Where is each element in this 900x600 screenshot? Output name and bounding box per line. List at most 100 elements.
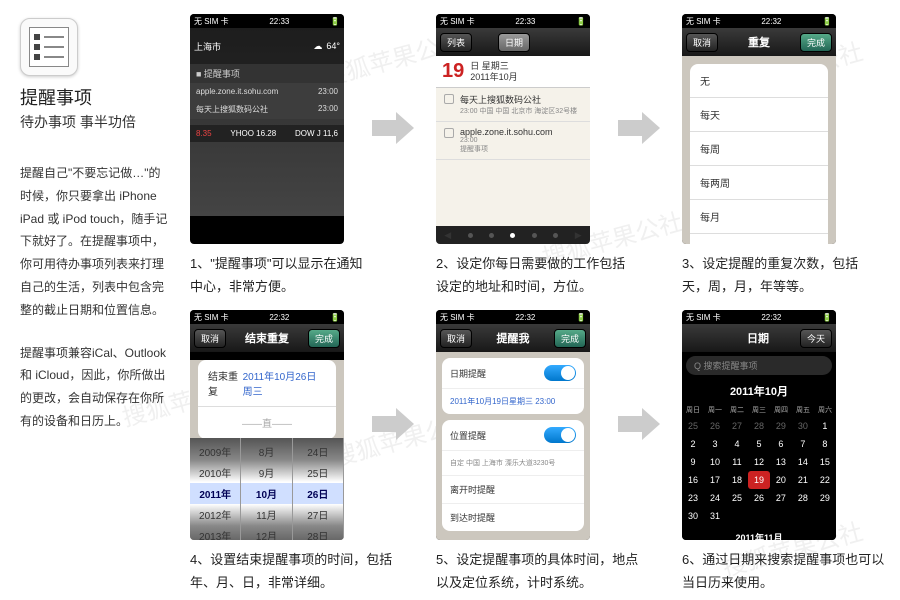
calendar-day[interactable]: 10 <box>704 453 726 471</box>
done-button[interactable]: 完成 <box>800 33 832 52</box>
checkbox[interactable] <box>444 128 454 138</box>
notification-item[interactable]: apple.zone.it.sohu.com23:00 <box>190 83 344 100</box>
date-value-row[interactable]: 2011年10月19日星期三 23:00 <box>442 389 584 414</box>
calendar-day[interactable]: 14 <box>792 453 814 471</box>
calendar-day[interactable]: 19 <box>748 471 770 489</box>
app-subtitle: 待办事项 事半功倍 <box>20 112 170 132</box>
calendar-day[interactable]: 20 <box>770 471 792 489</box>
calendar-day[interactable]: 27 <box>770 489 792 507</box>
calendar-day[interactable]: 7 <box>792 435 814 453</box>
calendar-day[interactable]: 25 <box>726 489 748 507</box>
status-bar: 无 SIM 卡22:32🔋 <box>436 310 590 324</box>
on-leave-row[interactable]: 离开时提醒 <box>442 476 584 504</box>
calendar-day[interactable]: 23 <box>682 489 704 507</box>
calendar-day[interactable]: 3 <box>704 435 726 453</box>
calendar-day[interactable]: 22 <box>814 471 836 489</box>
calendar-day[interactable]: 12 <box>748 453 770 471</box>
left-column: 提醒事项 待办事项 事半功倍 提醒自己"不要忘记做…"的时候，你只要拿出 iPh… <box>20 18 170 433</box>
nav-bar: 列表 日期 <box>436 28 590 56</box>
repeat-option[interactable]: 每天 <box>690 98 828 132</box>
toggle-switch[interactable] <box>544 427 576 443</box>
caption-6: 6、通过日期来搜索提醒事项也可以当日历来使用。 <box>682 548 892 595</box>
calendar-day[interactable]: 16 <box>682 471 704 489</box>
calendar-day[interactable]: 18 <box>726 471 748 489</box>
repeat-option[interactable]: 每两周 <box>690 166 828 200</box>
calendar-day[interactable]: 17 <box>704 471 726 489</box>
calendar-day[interactable]: 21 <box>792 471 814 489</box>
date-picker-wheel[interactable]: 2009年2010年2011年2012年2013年 8月9月10月11月12月 … <box>190 438 344 540</box>
notification-item[interactable]: 每天上搜狐数码公社23:00 <box>190 100 344 119</box>
caption-1: 1、"提醒事项"可以显示在通知中心，非常方便。 <box>190 252 370 299</box>
month-label: 2011年10月 <box>682 379 836 403</box>
calendar-day[interactable]: 5 <box>748 435 770 453</box>
end-repeat-row[interactable]: 结束重复2011年10月26日 周三 <box>198 360 336 407</box>
cancel-button[interactable]: 取消 <box>686 33 718 52</box>
nav-bar: 取消重复完成 <box>682 28 836 56</box>
repeat-option[interactable]: 每周 <box>690 132 828 166</box>
paragraph-1: 提醒自己"不要忘记做…"的时候，你只要拿出 iPhone iPad 或 iPod… <box>20 162 170 322</box>
reminder-item[interactable]: apple.zone.it.sohu.com23:00提醒事项 <box>436 122 590 160</box>
status-bar: 无 SIM 卡22:33🔋 <box>436 14 590 28</box>
caption-4: 4、设置结束提醒事项的时间，包括年、月、日，非常详细。 <box>190 548 400 595</box>
nav-title: 结束重复 <box>245 330 289 346</box>
today-button[interactable]: 今天 <box>800 329 832 348</box>
nav-bar: 日期今天 <box>682 324 836 352</box>
calendar-day[interactable]: 30 <box>682 507 704 525</box>
calendar-day[interactable]: 28 <box>792 489 814 507</box>
stock-ticker[interactable]: 8.35YHOO 16.28DOW J 11,6 <box>190 125 344 142</box>
weather-icon: ☁ <box>313 41 322 52</box>
calendar-day[interactable]: 29 <box>814 489 836 507</box>
date-header: 19 日 星期三2011年10月 <box>436 56 590 88</box>
date-tab[interactable]: 日期 <box>498 33 530 52</box>
reminder-item[interactable]: 每天上搜狐数码公社23:00 中国 中国 北京市 海淀区32号楼 <box>436 88 590 122</box>
calendar-day[interactable]: 2 <box>682 435 704 453</box>
calendar-day[interactable]: 15 <box>814 453 836 471</box>
calendar-day[interactable]: 4 <box>726 435 748 453</box>
repeat-option[interactable]: 每年 <box>690 234 828 244</box>
calendar-day[interactable]: 13 <box>770 453 792 471</box>
toggle-switch[interactable] <box>544 365 576 381</box>
screenshot-6: 无 SIM 卡22:32🔋 日期今天 Q 搜索提醒事项 2011年10月 周日周… <box>682 310 836 540</box>
cancel-button[interactable]: 取消 <box>194 329 226 348</box>
temperature: 64° <box>326 41 340 51</box>
forever-row[interactable]: ——直—— <box>198 407 336 439</box>
calendar-day[interactable]: 11 <box>726 453 748 471</box>
calendar-day[interactable]: 31 <box>704 507 726 525</box>
done-button[interactable]: 完成 <box>554 329 586 348</box>
nav-bar: 取消 提醒我 完成 <box>436 324 590 352</box>
city-label: 上海市 <box>194 40 221 53</box>
paragraph-2: 提醒事项兼容iCal、Outlook 和 iCloud，因此，你所做出的更改，会… <box>20 342 170 433</box>
status-bar: 无 SIM 卡22:32🔋 <box>190 310 344 324</box>
footer-note: 用于10月18日您离开或到达"设定"或不久之后提醒。 <box>442 537 584 540</box>
list-tab[interactable]: 列表 <box>440 33 472 52</box>
checkbox[interactable] <box>444 94 454 104</box>
caption-3: 3、设定提醒的重复次数，包括天，周，月，年等等。 <box>682 252 882 299</box>
arrow-icon <box>372 406 414 442</box>
calendar-day[interactable]: 1 <box>814 417 836 435</box>
repeat-option[interactable]: 每月 <box>690 200 828 234</box>
done-button[interactable]: 完成 <box>308 329 340 348</box>
screenshot-2: 无 SIM 卡22:33🔋 列表 日期 19 日 星期三2011年10月 每天上搜… <box>436 14 590 244</box>
cancel-button[interactable]: 取消 <box>440 329 472 348</box>
location-value-row[interactable]: 自定 中国 上海市 溧乐大道3230号 <box>442 451 584 476</box>
month-label-2: 2011年11月 <box>682 527 836 540</box>
search-input[interactable]: Q 搜索提醒事项 <box>686 356 832 375</box>
arrow-icon <box>618 406 660 442</box>
calendar-day[interactable]: 9 <box>682 453 704 471</box>
status-bar: 无 SIM 卡22:33🔋 <box>190 14 344 28</box>
calendar-day[interactable]: 6 <box>770 435 792 453</box>
calendar-day[interactable]: 26 <box>748 489 770 507</box>
page-indicator: ◀▶ <box>436 226 590 244</box>
app-title: 提醒事项 <box>20 84 170 110</box>
location-remind-row[interactable]: 位置提醒 <box>442 420 584 451</box>
arrow-icon <box>372 110 414 146</box>
nav-bar: 取消 结束重复 完成 <box>190 324 344 352</box>
calendar-day[interactable]: 24 <box>704 489 726 507</box>
repeat-option[interactable]: 无 <box>690 64 828 98</box>
date-remind-row[interactable]: 日期提醒 <box>442 358 584 389</box>
nav-title: 提醒我 <box>497 330 530 346</box>
calendar-day[interactable]: 8 <box>814 435 836 453</box>
on-arrive-row[interactable]: 到达时提醒 <box>442 504 584 531</box>
caption-5: 5、设定提醒事项的具体时间，地点以及定位系统，计时系统。 <box>436 548 646 595</box>
calendar-grid[interactable]: 2526272829301234567891011121314151617181… <box>682 417 836 525</box>
